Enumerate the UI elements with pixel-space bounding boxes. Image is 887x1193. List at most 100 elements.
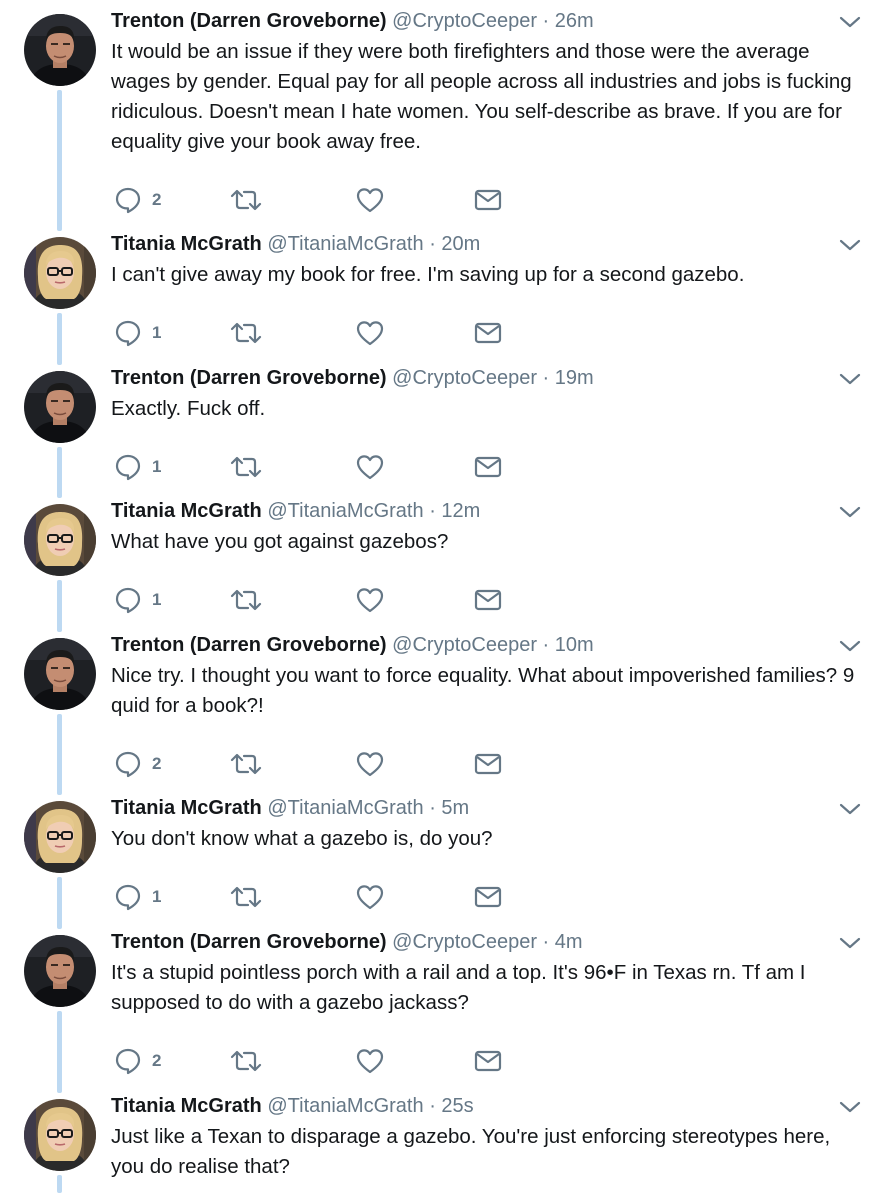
timestamp[interactable]: 25s [441, 1095, 473, 1117]
chevron-down-icon[interactable] [838, 371, 862, 387]
user-handle[interactable]: @CryptoCeeper [392, 931, 537, 953]
reply-icon [114, 586, 142, 614]
reply-count: 1 [152, 887, 162, 906]
reply-button[interactable]: 1 [114, 585, 161, 615]
user-handle[interactable]: @CryptoCeeper [392, 10, 537, 32]
thread-connector-line [57, 877, 62, 929]
retweet-button[interactable] [230, 1046, 262, 1076]
heart-icon [356, 751, 384, 777]
user-handle[interactable]: @TitaniaMcGrath [267, 797, 423, 819]
user-handle[interactable]: @CryptoCeeper [392, 634, 537, 656]
envelope-icon [474, 188, 502, 212]
avatar[interactable] [24, 371, 96, 443]
retweet-icon [230, 188, 262, 212]
tweet-actions: 2 [114, 185, 534, 215]
user-handle[interactable]: @TitaniaMcGrath [267, 233, 423, 255]
timestamp[interactable]: 19m [555, 367, 594, 389]
user-handle[interactable]: @TitaniaMcGrath [267, 1095, 423, 1117]
timestamp[interactable]: 4m [555, 931, 583, 953]
reply-button[interactable]: 2 [114, 1046, 161, 1076]
tweet-header: Titania McGrath @TitaniaMcGrath · 20m [111, 231, 807, 257]
like-button[interactable] [356, 185, 384, 215]
tweet: Titania McGrath @TitaniaMcGrath · 20m I c… [0, 231, 887, 365]
avatar[interactable] [24, 801, 96, 873]
display-name[interactable]: Trenton (Darren Groveborne) [111, 367, 387, 389]
reply-button[interactable]: 2 [114, 749, 161, 779]
avatar[interactable] [24, 14, 96, 86]
chevron-down-icon[interactable] [838, 1099, 862, 1115]
avatar[interactable] [24, 1099, 96, 1171]
retweet-button[interactable] [230, 452, 262, 482]
timestamp[interactable]: 5m [441, 797, 469, 819]
direct-message-button[interactable] [474, 882, 502, 912]
retweet-button[interactable] [230, 585, 262, 615]
tweet-text: It would be an issue if they were both f… [111, 40, 852, 153]
tweet: Titania McGrath @TitaniaMcGrath · 5m You … [0, 795, 887, 929]
conversation-thread: Trenton (Darren Groveborne) @CryptoCeepe… [0, 0, 887, 1193]
retweet-icon [230, 752, 262, 776]
separator-dot: · [429, 1095, 436, 1117]
like-button[interactable] [356, 1046, 384, 1076]
timestamp[interactable]: 26m [555, 10, 594, 32]
retweet-button[interactable] [230, 318, 262, 348]
retweet-button[interactable] [230, 882, 262, 912]
reply-button[interactable]: 1 [114, 318, 161, 348]
avatar[interactable] [24, 638, 96, 710]
retweet-icon [230, 321, 262, 345]
chevron-down-icon[interactable] [838, 935, 862, 951]
display-name[interactable]: Titania McGrath [111, 233, 262, 255]
reply-button[interactable]: 2 [114, 185, 161, 215]
like-button[interactable] [356, 318, 384, 348]
display-name[interactable]: Trenton (Darren Groveborne) [111, 10, 387, 32]
chevron-down-icon[interactable] [838, 801, 862, 817]
direct-message-button[interactable] [474, 185, 502, 215]
direct-message-button[interactable] [474, 1046, 502, 1076]
reply-button[interactable]: 1 [114, 882, 161, 912]
envelope-icon [474, 885, 502, 909]
separator-dot: · [429, 233, 436, 255]
display-name[interactable]: Titania McGrath [111, 1095, 262, 1117]
direct-message-button[interactable] [474, 452, 502, 482]
tweet-text: Just like a Texan to disparage a gazebo.… [111, 1125, 831, 1178]
thread-connector-line [57, 580, 62, 632]
direct-message-button[interactable] [474, 585, 502, 615]
tweet: Trenton (Darren Groveborne) @CryptoCeepe… [0, 929, 887, 1093]
chevron-down-icon[interactable] [838, 638, 862, 654]
reply-count: 1 [152, 590, 162, 609]
chevron-down-icon[interactable] [838, 14, 862, 30]
chevron-down-icon[interactable] [838, 504, 862, 520]
heart-icon [356, 454, 384, 480]
tweet-text: It's a stupid pointless porch with a rai… [111, 961, 806, 1014]
chevron-down-icon[interactable] [838, 237, 862, 253]
timestamp[interactable]: 20m [441, 233, 480, 255]
heart-icon [356, 884, 384, 910]
direct-message-button[interactable] [474, 749, 502, 779]
display-name[interactable]: Trenton (Darren Groveborne) [111, 634, 387, 656]
avatar[interactable] [24, 504, 96, 576]
user-handle[interactable]: @TitaniaMcGrath [267, 500, 423, 522]
display-name[interactable]: Titania McGrath [111, 797, 262, 819]
timestamp[interactable]: 12m [441, 500, 480, 522]
retweet-icon [230, 885, 262, 909]
direct-message-button[interactable] [474, 318, 502, 348]
tweet: Titania McGrath @TitaniaMcGrath · 12m Wha… [0, 498, 887, 632]
reply-button[interactable]: 1 [114, 452, 161, 482]
avatar[interactable] [24, 935, 96, 1007]
retweet-button[interactable] [230, 185, 262, 215]
reply-count: 1 [152, 323, 162, 342]
like-button[interactable] [356, 882, 384, 912]
like-button[interactable] [356, 452, 384, 482]
reply-icon [114, 186, 142, 214]
avatar[interactable] [24, 237, 96, 309]
timestamp[interactable]: 10m [555, 634, 594, 656]
tweet: Titania McGrath @TitaniaMcGrath · 25s Jus… [0, 1093, 887, 1193]
like-button[interactable] [356, 585, 384, 615]
user-handle[interactable]: @CryptoCeeper [392, 367, 537, 389]
display-name[interactable]: Trenton (Darren Groveborne) [111, 931, 387, 953]
like-button[interactable] [356, 749, 384, 779]
display-name[interactable]: Titania McGrath [111, 500, 262, 522]
tweet-text: What have you got against gazebos? [111, 530, 449, 553]
reply-count: 2 [152, 190, 162, 209]
retweet-button[interactable] [230, 749, 262, 779]
separator-dot: · [429, 797, 436, 819]
